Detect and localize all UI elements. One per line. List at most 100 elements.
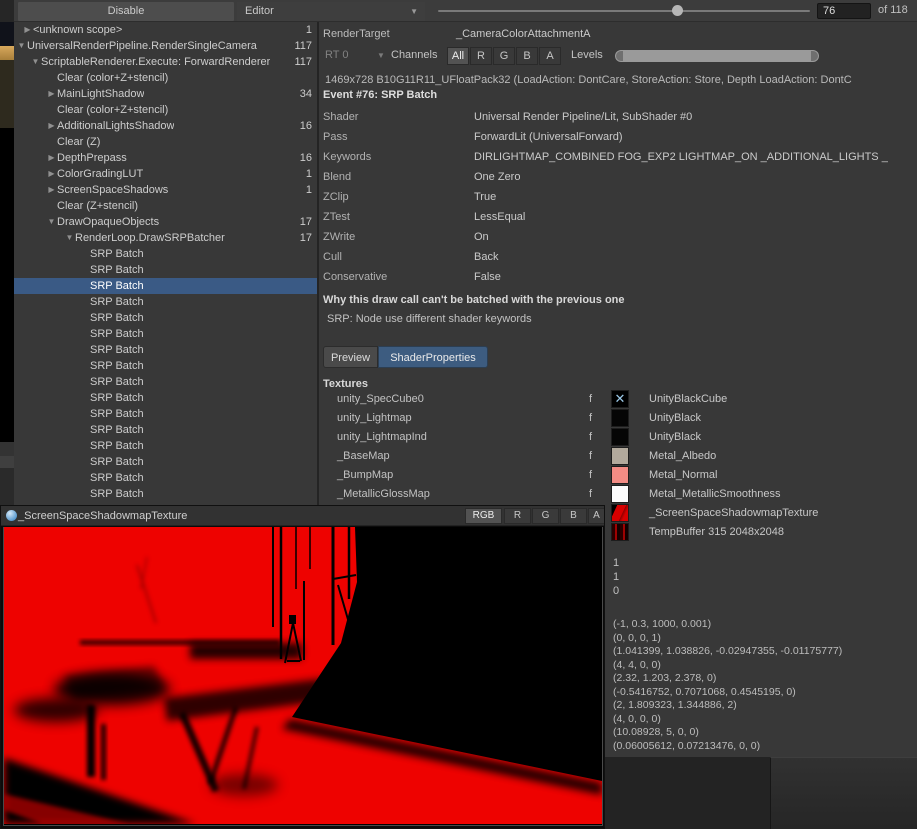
texture-thumbnail[interactable] bbox=[611, 447, 629, 465]
detail-value: DIRLIGHTMAP_COMBINED FOG_EXP2 LIGHTMAP_O… bbox=[474, 147, 916, 167]
preview-titlebar[interactable]: _ScreenSpaceShadowmapTexture RGB R G B A bbox=[1, 506, 604, 526]
tree-row[interactable]: SRP Batch bbox=[14, 262, 317, 278]
event-tree: ▶<unknown scope>1 ▼UniversalRenderPipeli… bbox=[14, 22, 318, 505]
detail-row: CullBack bbox=[319, 247, 917, 267]
tree-row-count: 1 bbox=[306, 22, 312, 38]
preview-channel-rgb-button[interactable]: RGB bbox=[465, 508, 502, 524]
expander-icon[interactable]: ▼ bbox=[64, 230, 75, 246]
texture-thumbnail[interactable] bbox=[611, 504, 629, 522]
tree-row[interactable]: SRP Batch bbox=[14, 294, 317, 310]
texture-property-name: _BaseMap bbox=[337, 447, 390, 466]
detail-value: Universal Render Pipeline/Lit, SubShader… bbox=[474, 107, 916, 127]
expander-icon[interactable]: ▶ bbox=[46, 118, 57, 134]
tree-row-label: SRP Batch bbox=[90, 470, 144, 486]
chevron-down-icon: ▼ bbox=[377, 51, 385, 60]
tree-row[interactable]: ▼UniversalRenderPipeline.RenderSingleCam… bbox=[14, 38, 317, 54]
expander-icon[interactable]: ▶ bbox=[46, 182, 57, 198]
levels-max-handle[interactable] bbox=[811, 51, 818, 61]
vector-value: (-0.5416752, 0.7071068, 0.4545195, 0) bbox=[613, 686, 842, 700]
tree-row[interactable]: ▶MainLightShadow34 bbox=[14, 86, 317, 102]
tree-row[interactable]: Clear (Z+stencil) bbox=[14, 198, 317, 214]
tree-row[interactable]: ▶DepthPrepass16 bbox=[14, 150, 317, 166]
frame-slider-track[interactable] bbox=[438, 10, 810, 12]
tree-row[interactable]: ▼DrawOpaqueObjects17 bbox=[14, 214, 317, 230]
channel-button-g[interactable]: G bbox=[493, 47, 515, 65]
texture-asset-name: UnityBlack bbox=[649, 409, 701, 428]
expander-icon[interactable]: ▶ bbox=[46, 86, 57, 102]
chevron-down-icon: ▼ bbox=[410, 2, 418, 21]
texture-property-name: _MetallicGlossMap bbox=[337, 485, 430, 504]
tree-row[interactable]: ▶AdditionalLightsShadow16 bbox=[14, 118, 317, 134]
tree-row-label: SRP Batch bbox=[90, 246, 144, 262]
texture-thumbnail[interactable] bbox=[611, 485, 629, 503]
render-texture-icon bbox=[6, 510, 17, 521]
tree-row[interactable]: SRP Batch bbox=[14, 326, 317, 342]
texture-thumbnail[interactable]: ✕ bbox=[611, 390, 629, 408]
channel-button-all[interactable]: All bbox=[447, 47, 469, 65]
expander-icon[interactable]: ▶ bbox=[46, 166, 57, 182]
tree-row[interactable]: SRP Batch bbox=[14, 390, 317, 406]
tree-row[interactable]: Clear (Z) bbox=[14, 134, 317, 150]
channel-button-a[interactable]: A bbox=[539, 47, 561, 65]
detail-value: False bbox=[474, 267, 916, 287]
tree-row-selected[interactable]: SRP Batch bbox=[14, 278, 317, 294]
channel-button-b[interactable]: B bbox=[516, 47, 538, 65]
scene-sliver-gold-object bbox=[0, 46, 14, 60]
tree-row[interactable]: SRP Batch bbox=[14, 246, 317, 262]
tree-row-label: SRP Batch bbox=[90, 294, 144, 310]
texture-thumbnail[interactable] bbox=[611, 409, 629, 427]
preview-channel-b-button[interactable]: B bbox=[560, 508, 587, 524]
rt-index-dropdown[interactable]: RT 0 bbox=[325, 49, 348, 61]
batch-break-reason: SRP: Node use different shader keywords bbox=[327, 313, 532, 325]
levels-slider[interactable] bbox=[615, 50, 819, 62]
tree-row-label: MainLightShadow bbox=[57, 86, 144, 102]
expander-icon[interactable]: ▶ bbox=[22, 22, 33, 38]
levels-min-handle[interactable] bbox=[616, 51, 623, 61]
expander-icon[interactable]: ▶ bbox=[46, 150, 57, 166]
tree-row[interactable]: ▼RenderLoop.DrawSRPBatcher17 bbox=[14, 230, 317, 246]
tree-row-label: SRP Batch bbox=[90, 438, 144, 454]
tab-preview[interactable]: Preview bbox=[323, 346, 378, 368]
tree-row[interactable]: SRP Batch bbox=[14, 486, 317, 502]
vector-value: (4, 4, 0, 0) bbox=[613, 659, 842, 673]
frame-slider-thumb[interactable] bbox=[672, 5, 683, 16]
tree-row[interactable]: ▶ScreenSpaceShadows1 bbox=[14, 182, 317, 198]
tree-row[interactable]: SRP Batch bbox=[14, 454, 317, 470]
tree-row[interactable]: SRP Batch bbox=[14, 406, 317, 422]
expander-icon[interactable]: ▼ bbox=[46, 214, 57, 230]
tree-row[interactable]: Clear (color+Z+stencil) bbox=[14, 70, 317, 86]
tree-row[interactable]: SRP Batch bbox=[14, 358, 317, 374]
tree-row-label: DepthPrepass bbox=[57, 150, 127, 166]
target-selection-dropdown[interactable]: Editor ▼ bbox=[237, 2, 425, 21]
channel-button-r[interactable]: R bbox=[470, 47, 492, 65]
tree-row-label: Clear (Z) bbox=[57, 134, 100, 150]
tab-shader-properties[interactable]: ShaderProperties bbox=[378, 346, 488, 368]
tree-row[interactable]: ▶<unknown scope>1 bbox=[14, 22, 317, 38]
texture-stage-flag: f bbox=[589, 485, 592, 504]
tree-row[interactable]: Clear (color+Z+stencil) bbox=[14, 102, 317, 118]
texture-thumbnail[interactable] bbox=[611, 428, 629, 446]
frame-debugger-window: Disable Editor ▼ 76 of 118 ▶<unknown sco… bbox=[0, 0, 917, 829]
tree-row[interactable]: ▶ColorGradingLUT1 bbox=[14, 166, 317, 182]
texture-asset-name: Metal_Albedo bbox=[649, 447, 716, 466]
tree-row[interactable]: SRP Batch bbox=[14, 342, 317, 358]
preview-channel-g-button[interactable]: G bbox=[532, 508, 559, 524]
tree-row[interactable]: ▼ScriptableRenderer.Execute: ForwardRend… bbox=[14, 54, 317, 70]
expander-icon[interactable]: ▼ bbox=[16, 38, 27, 54]
shadowmap-preview-image[interactable] bbox=[3, 527, 603, 826]
detail-label: Blend bbox=[323, 167, 351, 187]
disable-button[interactable]: Disable bbox=[18, 2, 234, 21]
preview-channel-r-button[interactable]: R bbox=[504, 508, 531, 524]
expander-icon[interactable]: ▼ bbox=[30, 54, 41, 70]
render-target-value: _CameraColorAttachmentA bbox=[456, 28, 591, 40]
tree-row-label: RenderLoop.DrawSRPBatcher bbox=[75, 230, 225, 246]
preview-channel-a-button[interactable]: A bbox=[588, 508, 604, 524]
tree-row[interactable]: SRP Batch bbox=[14, 438, 317, 454]
texture-thumbnail[interactable] bbox=[611, 466, 629, 484]
frame-number-input[interactable]: 76 bbox=[817, 3, 871, 19]
tree-row[interactable]: SRP Batch bbox=[14, 422, 317, 438]
tree-row[interactable]: SRP Batch bbox=[14, 374, 317, 390]
tree-row[interactable]: SRP Batch bbox=[14, 470, 317, 486]
tree-row[interactable]: SRP Batch bbox=[14, 310, 317, 326]
texture-thumbnail[interactable] bbox=[611, 523, 629, 541]
